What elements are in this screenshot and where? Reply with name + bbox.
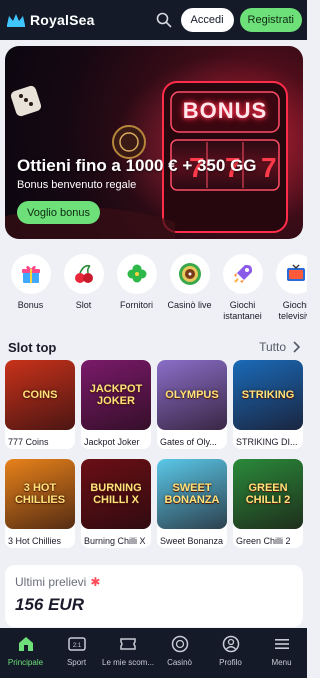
game-art-title: JACKPOT JOKER [89, 383, 143, 407]
game-name: Jackpot Joker [81, 436, 151, 449]
nav-label: Casinò [167, 658, 192, 667]
game-name: STRIKING DI... [233, 436, 303, 449]
game-tile[interactable]: GREEN CHILLI 2 Green Chilli 2 [233, 459, 303, 548]
nav-label: Principale [7, 658, 44, 667]
game-thumbnail: COINS [5, 360, 75, 430]
game-name: 3 Hot Chillies [5, 535, 75, 548]
nav-menu[interactable]: Menu [256, 628, 307, 678]
category-tv-games[interactable]: Giochi televisivi [269, 254, 307, 330]
hero-subtitle: Bonus benvenuto regale [17, 179, 137, 191]
game-art-title: 3 HOT CHILLIES [14, 482, 66, 506]
game-tile[interactable]: BURNING CHILLI X Burning Chilli X [81, 459, 151, 548]
svg-text:2:1: 2:1 [72, 643, 81, 649]
category-label: Casinò live [167, 300, 212, 310]
withdrawal-amount: 156 EUR [15, 595, 84, 614]
nav-label: Profilo [219, 658, 242, 667]
recent-withdrawals-card: Ultimi prelievi ✱ 156 EUR [5, 565, 303, 627]
nav-my-bets[interactable]: Le mie scom... [102, 628, 154, 678]
nav-casino[interactable]: Casinò [154, 628, 205, 678]
game-art-title: STRIKING [241, 389, 295, 401]
game-name: 777 Coins [5, 436, 75, 449]
game-tile[interactable]: COINS 777 Coins [5, 360, 75, 449]
category-label: Giochi istantanei [223, 300, 262, 321]
game-tile[interactable]: STRIKING STRIKING DI... [233, 360, 303, 449]
game-art-title: COINS [22, 389, 58, 401]
category-instant-games[interactable]: Giochi istantanei [216, 254, 269, 330]
category-live-casino[interactable]: Casinò live [163, 254, 216, 330]
category-slot[interactable]: Slot [57, 254, 110, 330]
hero-title: Ottieni fino a 1000 € + 350 GG [17, 156, 257, 175]
game-tile[interactable]: 3 HOT CHILLIES 3 Hot Chillies [5, 459, 75, 548]
nav-label: Menu [271, 658, 292, 667]
top-slots-grid: COINS 777 Coins JACKPOT JOKER Jackpot Joker… [5, 360, 303, 548]
game-thumbnail: BURNING CHILLI X [81, 459, 151, 529]
game-tile[interactable]: SWEET BONANZA Sweet Bonanza [157, 459, 227, 548]
withdrawals-label: Ultimi prelievi [15, 575, 87, 589]
category-label: Giochi televisivi [278, 300, 307, 321]
home-icon [17, 635, 35, 653]
brand-logo[interactable]: RoyalSea [5, 12, 95, 28]
category-bonus[interactable]: Bonus [4, 254, 57, 330]
game-name: Burning Chilli X [81, 535, 151, 548]
user-icon [222, 635, 240, 653]
game-name: Sweet Bonanza [157, 535, 227, 548]
nav-sport[interactable]: 2:1 Sport [51, 628, 102, 678]
game-tile[interactable]: OLYMPUS Gates of Oly... [157, 360, 227, 449]
category-label: Bonus [17, 300, 44, 310]
menu-icon [273, 635, 291, 653]
nav-label: Le mie scom... [102, 658, 155, 667]
game-art-title: BURNING CHILLI X [90, 482, 142, 506]
view-all-link[interactable]: Tutto [259, 340, 300, 354]
search-icon[interactable] [155, 11, 173, 29]
get-bonus-button[interactable]: Voglio bonus [17, 201, 100, 224]
game-name: Green Chilli 2 [233, 535, 303, 548]
login-button[interactable]: Accedi [180, 8, 234, 32]
chevron-right-icon [293, 341, 300, 353]
top-slots-header: Slot top Tutto [8, 338, 300, 356]
brand-name: RoyalSea [30, 12, 95, 28]
scoreboard-icon: 2:1 [67, 635, 86, 653]
bottom-navigation: Principale 2:1 Sport Le mie scom... Casi… [0, 628, 307, 678]
game-name: Gates of Oly... [157, 436, 227, 449]
top-bar: RoyalSea Accedi Registrati [0, 0, 307, 40]
register-button[interactable]: Registrati [239, 8, 302, 32]
rocket-icon [222, 254, 263, 294]
game-thumbnail: OLYMPUS [157, 360, 227, 430]
nav-home[interactable]: Principale [0, 628, 51, 678]
category-label: Slot [75, 300, 92, 310]
section-title: Slot top [8, 339, 57, 355]
category-providers[interactable]: Fornitori [110, 254, 163, 330]
game-thumbnail: GREEN CHILLI 2 [233, 459, 303, 529]
promo-banner[interactable]: 7 7 7 BONUS Ottieni fino a 1000 € + 350 … [5, 46, 303, 239]
tv-icon [275, 254, 307, 294]
view-all-label: Tutto [259, 340, 286, 354]
gift-icon [10, 254, 51, 294]
cherry-icon [63, 254, 104, 294]
category-label: Fornitori [119, 300, 153, 310]
nav-profile[interactable]: Profilo [205, 628, 256, 678]
game-art-title: SWEET BONANZA [164, 482, 220, 506]
game-thumbnail: 3 HOT CHILLIES [5, 459, 75, 529]
category-strip: Bonus Slot Fornitori Casinò live Giochi … [0, 254, 307, 330]
game-thumbnail: JACKPOT JOKER [81, 360, 151, 430]
nav-label: Sport [66, 658, 87, 667]
chip-icon [171, 635, 189, 653]
game-art-title: GREEN CHILLI 2 [245, 482, 291, 506]
roulette-icon [169, 254, 210, 294]
hero-sign-text: BONUS [182, 98, 268, 123]
game-thumbnail: SWEET BONANZA [157, 459, 227, 529]
clover-icon [116, 254, 157, 294]
crown-icon [7, 14, 25, 27]
game-thumbnail: STRIKING [233, 360, 303, 430]
game-tile[interactable]: JACKPOT JOKER Jackpot Joker [81, 360, 151, 449]
live-indicator-icon: ✱ [90, 575, 101, 589]
game-art-title: OLYMPUS [165, 389, 219, 401]
ticket-icon [119, 635, 137, 653]
svg-text:7: 7 [261, 152, 277, 183]
